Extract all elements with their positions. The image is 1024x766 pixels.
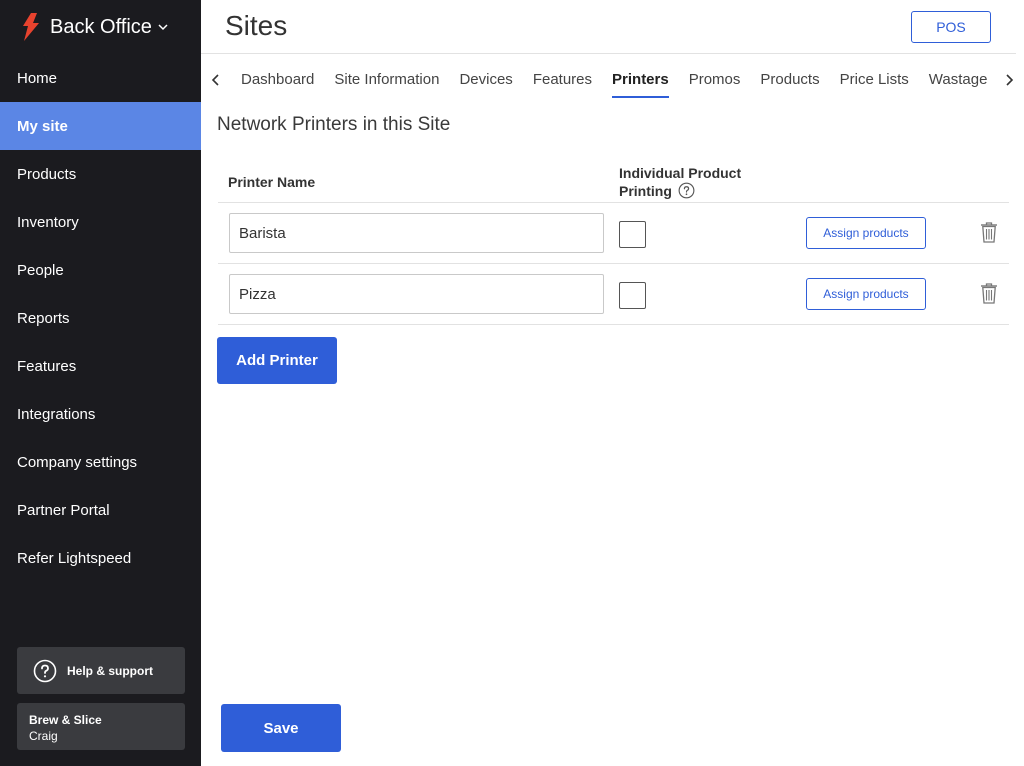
sidebar-item-label: Products [17,165,77,183]
sidebar-item-label: Home [17,69,58,87]
lightspeed-flame-icon [23,13,39,41]
brand-switcher[interactable]: Back Office [0,0,201,54]
sidebar: Back Office Home My site Products Invent… [0,0,201,766]
save-button[interactable]: Save [221,704,341,752]
sidebar-item-label: Refer Lightspeed [17,549,132,567]
chevron-left-icon[interactable] [208,72,224,88]
help-support-label: Help & support [67,663,153,678]
tab-dashboard[interactable]: Dashboard [241,62,314,98]
printer-name-input[interactable] [229,213,604,253]
table-header: Printer Name Individual Product Printing [218,160,1009,203]
tab-products[interactable]: Products [760,62,819,98]
add-printer-button[interactable]: Add Printer [217,337,337,384]
tab-site-information[interactable]: Site Information [334,62,439,98]
sidebar-item-home[interactable]: Home [0,54,201,102]
chevron-right-icon[interactable] [1001,72,1017,88]
trash-icon[interactable] [980,282,998,304]
sidebar-item-label: Inventory [17,213,79,231]
site-tabs: Dashboard Site Information Devices Features… [201,62,1016,98]
tab-promos[interactable]: Promos [689,62,741,98]
column-header-printer-name: Printer Name [228,174,316,190]
sidebar-item-label: Integrations [17,405,96,423]
individual-printing-checkbox[interactable] [619,282,646,309]
tab-wastage[interactable]: Wastage [929,62,988,98]
sidebar-item-features[interactable]: Features [0,342,201,390]
sidebar-item-label: Features [17,357,77,375]
table-row: Assign products [218,264,1009,325]
pos-button[interactable]: POS [911,11,991,43]
sidebar-item-reports[interactable]: Reports [0,294,201,342]
help-support-button[interactable]: Help & support [17,647,185,694]
assign-products-button[interactable]: Assign products [806,217,926,249]
app-name: Back Office [50,15,152,38]
section-title: Network Printers in this Site [217,114,451,135]
assign-products-button[interactable]: Assign products [806,278,926,310]
tab-strip: Dashboard Site Information Devices Features… [241,62,996,98]
sidebar-item-label: People [17,261,64,279]
sidebar-item-inventory[interactable]: Inventory [0,198,201,246]
table-row: Assign products [218,203,1009,264]
page-header: Sites POS [201,0,1016,54]
info-icon[interactable] [678,182,695,199]
sidebar-item-label: Company settings [17,453,138,471]
sidebar-item-my-site[interactable]: My site [0,102,201,150]
account-business-name: Brew & Slice [29,713,102,727]
account-user-name: Craig [29,729,58,743]
sidebar-item-label: Reports [17,309,70,327]
sidebar-item-label: My site [17,117,68,135]
tab-price-lists[interactable]: Price Lists [840,62,909,98]
sidebar-item-partner-portal[interactable]: Partner Portal [0,486,201,534]
trash-icon[interactable] [980,221,998,243]
printers-table: Printer Name Individual Product Printing… [218,160,1009,325]
column-header-individual-printing: Individual Product Printing [619,164,779,200]
sidebar-item-refer-lightspeed[interactable]: Refer Lightspeed [0,534,201,582]
chevron-down-icon [158,24,168,31]
tab-devices[interactable]: Devices [459,62,512,98]
printer-name-input[interactable] [229,274,604,314]
tab-features[interactable]: Features [533,62,592,98]
sidebar-item-products[interactable]: Products [0,150,201,198]
sidebar-item-integrations[interactable]: Integrations [0,390,201,438]
main-content: Sites POS Dashboard Site Information Devic… [201,0,1024,766]
tab-printers[interactable]: Printers [612,62,669,98]
page-title: Sites [225,10,288,41]
individual-printing-checkbox[interactable] [619,221,646,248]
help-circle-icon [33,659,57,682]
sidebar-item-company-settings[interactable]: Company settings [0,438,201,486]
sidebar-item-label: Partner Portal [17,501,110,519]
sidebar-item-people[interactable]: People [0,246,201,294]
account-switcher[interactable]: Brew & Slice Craig [17,703,185,750]
